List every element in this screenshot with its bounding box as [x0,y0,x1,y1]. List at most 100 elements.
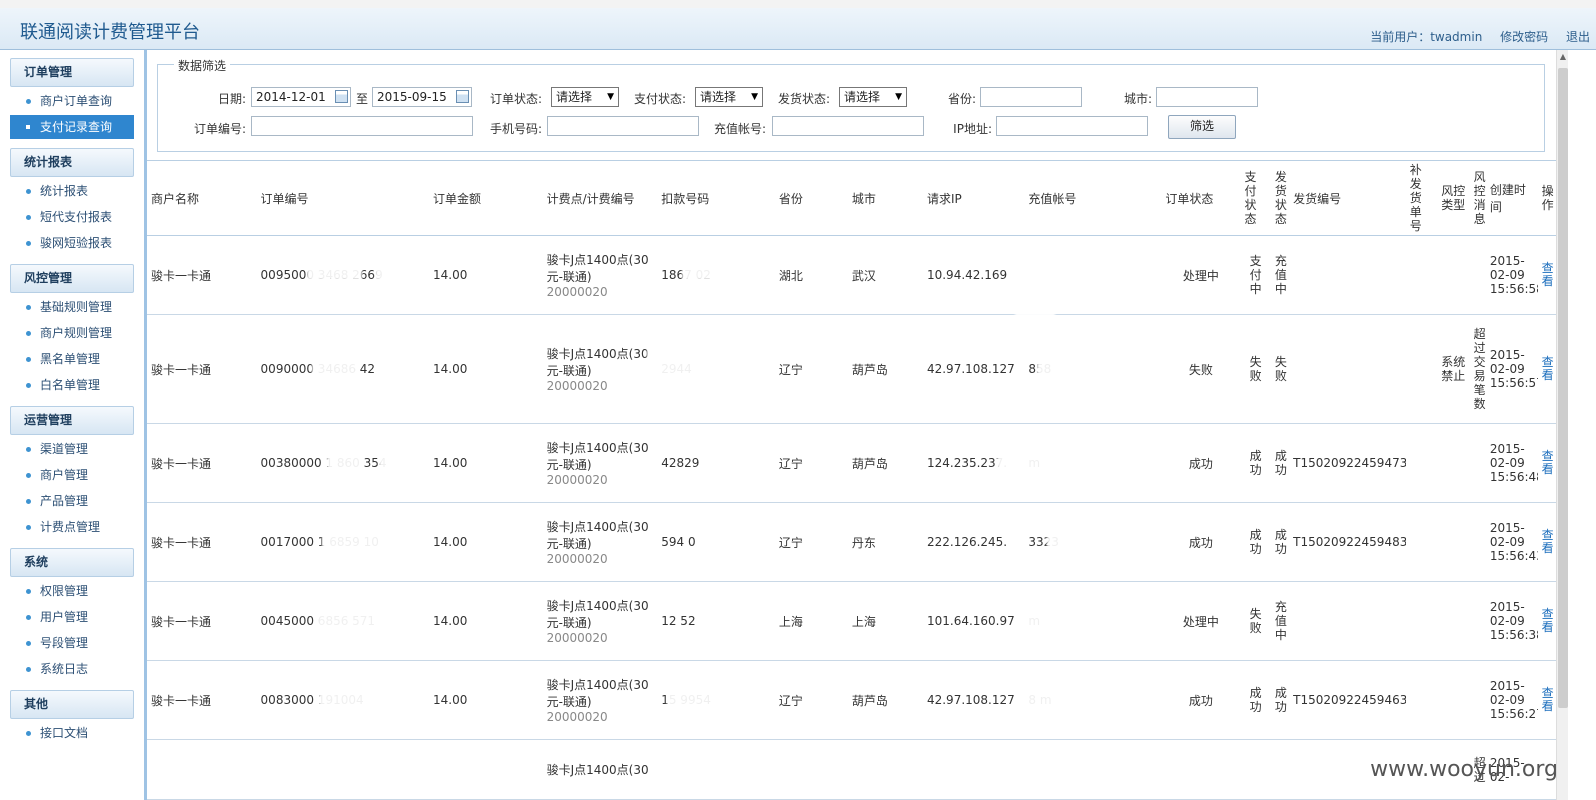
fee-cell: 骏卡J点1400点(30元-联通) 20000020 [543,661,658,740]
column-header: 支付状态 [1244,170,1257,226]
sidebar-item[interactable]: 商户规则管理 [10,321,134,345]
column-header: 充值帐号 [1028,191,1077,206]
redaction-mask [375,262,403,280]
change-password-link[interactable]: 修改密码 [1500,30,1548,44]
cell-merchant: 骏卡一卡通 [151,614,212,629]
cell-ship-no: T15020922459483B [1293,535,1406,549]
table-row: 骏卡J点1400点(30 超过 2015-02- [147,740,1556,800]
scrollbar-thumb[interactable] [1558,68,1568,708]
cell-ip [923,740,1024,800]
cell-account [1024,740,1161,800]
nav-group: 风控管理 基础规则管理 商户规则管理 黑名单管理 白名单管理 [0,264,144,397]
sidebar-item[interactable]: 统计报表 [10,179,134,203]
logout-link[interactable]: 退出 [1566,30,1590,44]
sidebar-item[interactable]: 权限管理 [10,579,134,603]
cell-resend-no [1406,503,1437,582]
sidebar-item[interactable]: 接口文档 [10,721,134,745]
redaction-mask [1037,350,1135,390]
sidebar-item[interactable]: 商户订单查询 [10,89,134,113]
order-status-selected: 请选择 [556,90,593,104]
sidebar-item[interactable]: 渠道管理 [10,437,134,461]
sidebar-item[interactable]: 短代支付报表 [10,205,134,229]
phone-input[interactable] [547,116,699,136]
order-status-select[interactable]: 请选择 ▼ [551,87,619,107]
cell-risk-msg [1470,424,1486,503]
cell-province: 辽宁 [778,362,803,377]
fee-cell: 骏卡J点1400点(30元-联通) 20000020 [543,503,658,582]
watermark: www.wooyun.org [1370,757,1558,782]
dropdown-arrow-icon: ▼ [607,92,614,102]
cell-merchant: 骏卡一卡通 [151,268,212,283]
sidebar-item[interactable]: 产品管理 [10,489,134,513]
column-header: 发货状态 [1274,170,1287,226]
ship-status-selected: 请选择 [844,90,881,104]
nav-group: 运营管理 渠道管理 商户管理 产品管理 计费点管理 [0,406,144,539]
view-link[interactable]: 查看 [1538,315,1556,424]
sidebar-item[interactable]: 商户管理 [10,463,134,487]
sidebar-item[interactable]: 支付记录查询 [10,115,134,139]
sidebar: 订单管理 商户订单查询 支付记录查询 统计报表 统计报表 短代支付报表 骏网短验报表 风控管理… [0,50,147,800]
cell-created: 2015-02-09 15:56:27 [1489,679,1538,721]
fee-code: 20000020 [546,710,608,724]
cell-amount: 14.00 [432,535,468,549]
calendar-icon[interactable] [335,90,348,103]
nav-group-title[interactable]: 订单管理 [10,58,134,87]
cell-risk-msg [1470,236,1486,315]
column-header: 城市 [851,191,876,206]
cell-order-status: 失败 [1188,362,1213,377]
recharge-account-input[interactable] [772,116,924,136]
sidebar-item[interactable]: 白名单管理 [10,373,134,397]
ship-status-select[interactable]: 请选择 ▼ [839,87,907,107]
sidebar-item[interactable]: 骏网短验报表 [10,231,134,255]
sidebar-item[interactable]: 号段管理 [10,631,134,655]
date-to-input[interactable]: 2015-09-15 [372,87,472,107]
nav-group-title[interactable]: 风控管理 [10,264,134,293]
view-link[interactable]: 查看 [1538,424,1556,503]
nav-group-title[interactable]: 运营管理 [10,406,134,435]
cell-ship-status [1271,740,1289,800]
redaction-mask [307,262,362,280]
cell-phone: 42829 [661,456,700,470]
pay-status-label: 支付状态: [633,92,686,106]
sidebar-item[interactable]: 黑名单管理 [10,347,134,371]
column-header: 补发货单号 [1409,163,1422,233]
province-input[interactable] [980,87,1082,107]
calendar-icon[interactable] [456,90,469,103]
view-link[interactable]: 查看 [1538,661,1556,740]
filter-button[interactable]: 筛选 [1168,115,1236,139]
view-link[interactable]: 查看 [1538,503,1556,582]
date-to-separator: 至 [355,92,368,106]
filter-panel: 数据筛选 日期: 2014-12-01 至 2015-09-15 订单状态: 请… [157,57,1545,152]
nav-group-title[interactable]: 系统 [10,548,134,577]
redaction-mask [717,532,742,550]
sidebar-item[interactable]: 系统日志 [10,657,134,681]
date-label: 日期: [217,92,246,106]
pay-status-select[interactable]: 请选择 ▼ [695,87,763,107]
ip-input[interactable] [996,116,1148,136]
cell-risk-msg: 超过交易笔数 [1473,327,1486,411]
nav-group-title[interactable]: 其他 [10,690,134,719]
cell-resend-no [1406,661,1437,740]
cell-created: 2015-02-09 15:56:43 [1489,521,1538,563]
cell-risk-msg [1470,582,1486,661]
cell-pay-status: 成功 [1249,528,1262,556]
column-header: 风控消息 [1473,170,1486,226]
cell-merchant [147,740,257,800]
cell-pay-status: 成功 [1249,449,1262,477]
fee-name: 骏卡J点1400点(30元-联通) [546,520,649,551]
nav-group-title[interactable]: 统计报表 [10,148,134,177]
cell-resend-no [1406,424,1437,503]
fee-name: 骏卡J点1400点(30元-联通) [546,441,649,472]
date-from-input[interactable]: 2014-12-01 [251,87,351,107]
view-link[interactable]: 查看 [1538,582,1556,661]
nav-group: 订单管理 商户订单查询 支付记录查询 [0,58,144,139]
cell-ship-status: 成功 [1274,528,1287,556]
cell-pay-status: 失败 [1249,355,1262,383]
sidebar-item[interactable]: 计费点管理 [10,515,134,539]
city-input[interactable] [1156,87,1258,107]
cell-ship-status: 成功 [1274,449,1287,477]
sidebar-item[interactable]: 基础规则管理 [10,295,134,319]
view-link[interactable]: 查看 [1538,236,1556,315]
order-no-input[interactable] [251,116,473,136]
sidebar-item[interactable]: 用户管理 [10,605,134,629]
